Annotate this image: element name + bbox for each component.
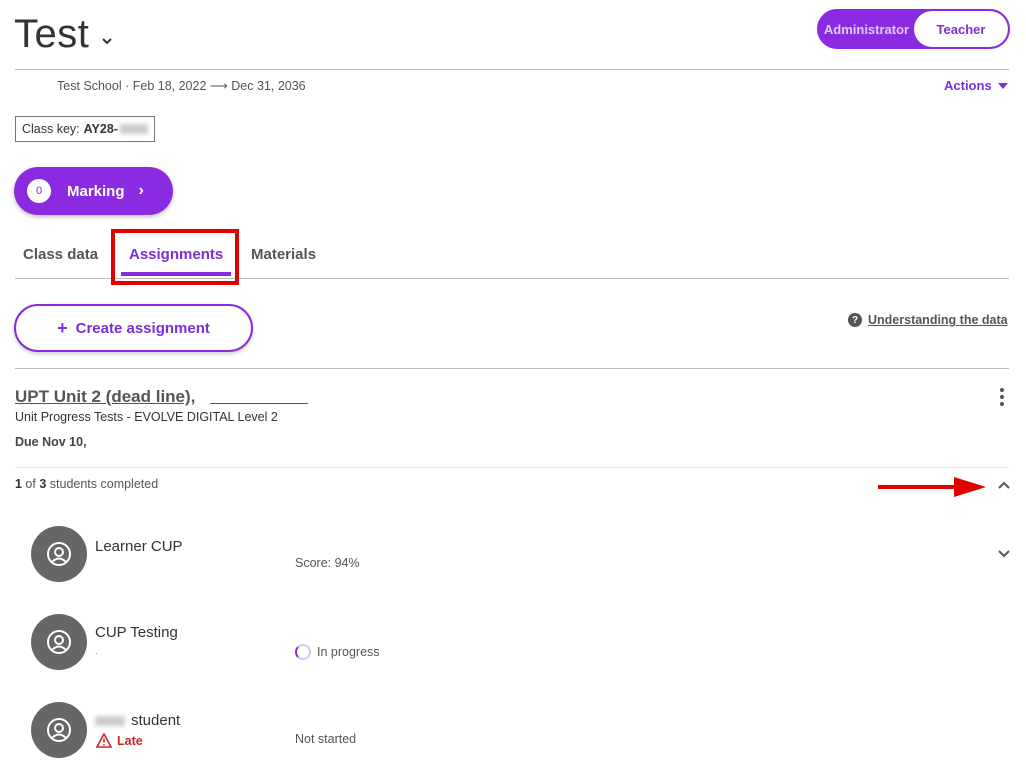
student-progress-status: In progress bbox=[295, 644, 380, 660]
marking-button[interactable]: 0 Marking › bbox=[14, 167, 173, 215]
section-divider bbox=[15, 368, 1009, 369]
user-icon bbox=[47, 542, 71, 566]
create-assignment-label: Create assignment bbox=[75, 319, 210, 337]
student-name[interactable]: student bbox=[95, 712, 180, 729]
student-name[interactable]: CUP Testing bbox=[95, 624, 178, 641]
chevron-up-icon[interactable] bbox=[997, 480, 1011, 490]
assignment-divider bbox=[15, 467, 1009, 468]
page-title[interactable]: Test bbox=[14, 12, 113, 57]
completed-count: 1 bbox=[15, 477, 22, 491]
marking-count-badge: 0 bbox=[27, 179, 51, 203]
completed-total: 3 bbox=[39, 477, 47, 491]
class-key-label: Class key: bbox=[22, 122, 80, 136]
chevron-down-icon[interactable] bbox=[997, 549, 1011, 559]
actions-label: Actions bbox=[944, 78, 992, 93]
student-name-redacted bbox=[95, 715, 125, 726]
chevron-right-icon: › bbox=[138, 182, 144, 199]
assignment-due-date: Due Nov 10, bbox=[15, 435, 87, 449]
user-icon bbox=[47, 718, 71, 742]
role-administrator[interactable]: Administrator bbox=[819, 11, 914, 47]
create-assignment-button[interactable]: + Create assignment bbox=[14, 304, 253, 352]
role-teacher[interactable]: Teacher bbox=[914, 11, 1008, 47]
class-key-redacted bbox=[119, 124, 148, 134]
class-key-value: AY28- bbox=[83, 122, 118, 136]
assignment-title-underline bbox=[210, 403, 308, 404]
class-meta: Test School · Feb 18, 2022 ⟶ Dec 31, 203… bbox=[57, 79, 306, 93]
student-progress-status: Not started bbox=[295, 732, 357, 746]
understanding-data-link[interactable]: ? Understanding the data bbox=[848, 313, 1008, 327]
progress-spinner-icon bbox=[295, 644, 311, 660]
help-icon: ? bbox=[848, 313, 862, 327]
assignment-subtitle: Unit Progress Tests - EVOLVE DIGITAL Lev… bbox=[15, 410, 278, 424]
actions-menu[interactable]: Actions bbox=[944, 78, 1008, 93]
header-divider bbox=[15, 69, 1009, 70]
warning-icon bbox=[96, 733, 112, 748]
assignment-title[interactable]: UPT Unit 2 (dead line), bbox=[15, 387, 195, 407]
student-score: Score: 94% bbox=[295, 556, 360, 570]
plus-icon: + bbox=[57, 317, 68, 338]
student-avatar bbox=[31, 702, 87, 758]
more-options-icon[interactable] bbox=[996, 388, 1008, 406]
class-title: Test bbox=[14, 12, 90, 56]
student-note: . bbox=[95, 646, 98, 657]
class-key: Class key: AY28- bbox=[15, 116, 155, 142]
marking-label: Marking bbox=[67, 182, 125, 200]
chevron-down-icon[interactable] bbox=[101, 35, 113, 47]
late-badge: Late bbox=[96, 733, 143, 748]
student-avatar bbox=[31, 614, 87, 670]
student-name[interactable]: Learner CUP bbox=[95, 538, 183, 555]
caret-down-icon bbox=[997, 82, 1008, 89]
role-toggle[interactable]: Administrator Teacher bbox=[817, 9, 1010, 49]
user-icon bbox=[47, 630, 71, 654]
completed-text: students completed bbox=[49, 477, 159, 491]
student-avatar bbox=[31, 526, 87, 582]
annotation-highlight-box bbox=[111, 229, 239, 285]
tab-materials[interactable]: Materials bbox=[251, 246, 316, 263]
understanding-data-label: Understanding the data bbox=[868, 313, 1008, 327]
tab-class-data[interactable]: Class data bbox=[23, 246, 98, 263]
completion-summary: 1 of 3 students completed bbox=[15, 477, 159, 491]
annotation-arrow-icon bbox=[878, 477, 986, 497]
